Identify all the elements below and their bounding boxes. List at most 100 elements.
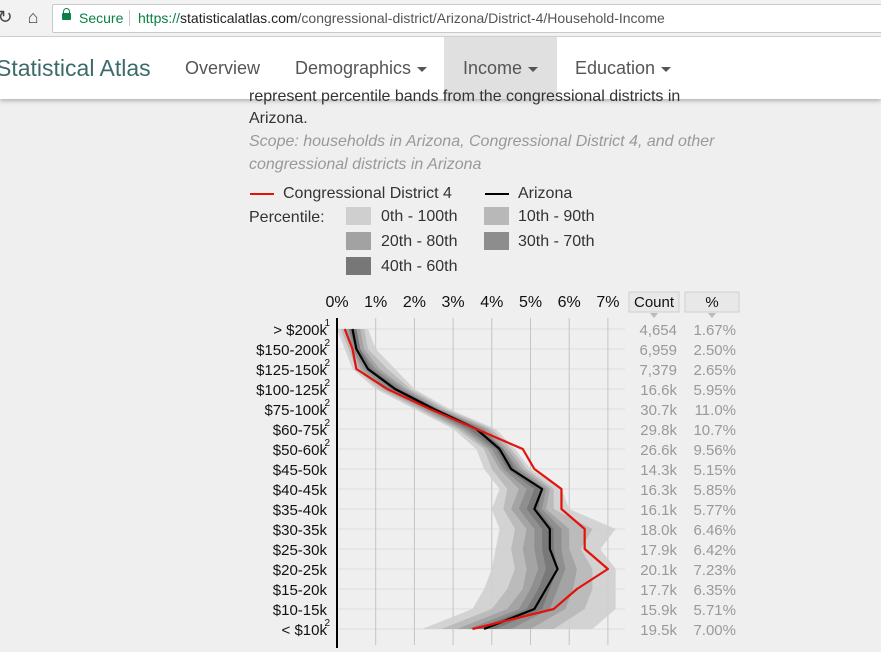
percentile-band-4 [348, 329, 558, 629]
description-line: Arizona. [249, 110, 308, 127]
pct-header: % [705, 294, 718, 311]
count-value: 4,654 [639, 322, 677, 339]
category-superscript: 2 [324, 438, 330, 449]
pct-value: 9.56% [693, 442, 736, 459]
nav-education-label: Education [575, 58, 656, 78]
reload-icon[interactable]: ↻ [0, 6, 16, 28]
scope-line-2: congressional districts in Arizona [249, 156, 482, 173]
series-line-state [351, 328, 559, 631]
home-icon[interactable]: ⌂ [22, 6, 44, 28]
x-tick-label: 4% [480, 294, 503, 311]
pct-value: 6.46% [693, 522, 736, 539]
category-superscript: 2 [324, 398, 330, 409]
pct-sort-icon [708, 313, 716, 318]
chevron-down-icon [528, 66, 539, 72]
category-label: $60-75k [273, 422, 328, 439]
category-label: $10-15k [273, 602, 328, 619]
category-superscript: 2 [324, 618, 330, 629]
pct-value: 5.77% [693, 502, 736, 519]
series-line-district [343, 328, 610, 631]
description-partial-line: represent percentile bands from the cong… [249, 88, 681, 105]
chevron-down-icon [661, 66, 672, 72]
scope-line-1: Scope: households in Arizona, Congressio… [249, 133, 715, 150]
count-value: 30.7k [640, 402, 677, 419]
pct-value: 2.50% [693, 342, 736, 359]
legend-percentile-label: Percentile: [249, 209, 325, 226]
category-label: $75-100k [264, 402, 327, 419]
lock-icon [62, 8, 71, 20]
count-sort-icon [650, 313, 658, 318]
legend-band-0-100-label: 0th - 100th [381, 208, 458, 225]
nav-overview-label: Overview [185, 58, 261, 78]
brand-logo[interactable]: Statistical Atlas [0, 55, 151, 82]
pct-value: 5.85% [693, 482, 736, 499]
category-label: $125-150k [256, 362, 327, 379]
legend-district-swatch [250, 193, 274, 195]
count-value: 16.1k [640, 502, 677, 519]
legend-band-10-90-swatch [484, 207, 509, 225]
chevron-down-icon [417, 66, 428, 72]
legend-state-swatch [485, 193, 509, 195]
count-value: 26.6k [640, 442, 677, 459]
address-bar[interactable]: Secure https://statisticalatlas.com/cong… [52, 4, 881, 33]
url-scheme: https:// [138, 10, 181, 26]
legend-band-10-90-label: 10th - 90th [518, 208, 595, 225]
category-superscript: 2 [324, 358, 330, 369]
nav-demographics-label: Demographics [295, 58, 412, 78]
pct-value: 10.7% [693, 422, 736, 439]
count-value: 15.9k [640, 602, 677, 619]
count-value: 19.5k [640, 622, 677, 639]
legend-band-20-80-label: 20th - 80th [381, 233, 458, 250]
count-value: 17.7k [640, 582, 677, 599]
pct-value: 5.15% [693, 462, 736, 479]
category-superscript: 2 [324, 338, 330, 349]
x-tick-label: 0% [325, 294, 348, 311]
pct-value: 5.71% [693, 602, 736, 619]
pct-value: 5.95% [693, 382, 736, 399]
x-tick-label: 7% [596, 294, 619, 311]
count-value: 7,379 [639, 362, 677, 379]
legend-band-30-70-swatch [484, 232, 509, 250]
count-value: 16.6k [640, 382, 677, 399]
browser-toolbar: ↻ ⌂ Secure https://statisticalatlas.com/… [0, 0, 881, 37]
count-value: 29.8k [640, 422, 677, 439]
x-tick-label: 1% [364, 294, 387, 311]
x-tick-label: 6% [558, 294, 581, 311]
url-text[interactable]: https://statisticalatlas.com/congression… [138, 10, 665, 26]
legend-band-20-80-swatch [346, 232, 371, 250]
x-tick-label: 2% [403, 294, 426, 311]
address-separator [129, 10, 130, 26]
pct-value: 7.00% [693, 622, 736, 639]
pct-value: 7.23% [693, 562, 736, 579]
url-host: statisticalatlas.com [180, 10, 298, 26]
category-label: $100-125k [256, 382, 327, 399]
percentile-band-2 [344, 329, 577, 629]
count-value: 17.9k [640, 542, 677, 559]
count-value: 6,959 [639, 342, 677, 359]
category-label: $30-35k [273, 522, 328, 539]
count-value: 16.3k [640, 482, 677, 499]
legend-band-40-60-swatch [346, 257, 371, 275]
count-value: 14.3k [640, 462, 677, 479]
category-label: $40-45k [273, 482, 328, 499]
category-label: $15-20k [273, 582, 328, 599]
secure-label: Secure [79, 10, 124, 26]
x-tick-label: 5% [519, 294, 542, 311]
count-header-box [628, 291, 680, 313]
category-label: $50-60k [273, 442, 328, 459]
legend-band-40-60-label: 40th - 60th [381, 258, 458, 275]
url-path: /congressional-district/Arizona/District… [297, 10, 665, 26]
category-superscript: 2 [324, 378, 330, 389]
category-label: $25-30k [273, 542, 328, 559]
category-label: $35-40k [273, 502, 328, 519]
category-label: < $10k [282, 622, 328, 639]
percentile-band-3 [348, 329, 566, 629]
pct-value: 6.35% [693, 582, 736, 599]
legend-band-30-70-label: 30th - 70th [518, 233, 595, 250]
legend-state-label: Arizona [518, 185, 573, 202]
category-superscript: 1 [324, 318, 330, 329]
pct-value: 6.42% [693, 542, 736, 559]
percentile-band-1 [340, 329, 593, 629]
pct-value: 11.0% [695, 402, 736, 419]
count-header: Count [634, 294, 675, 311]
